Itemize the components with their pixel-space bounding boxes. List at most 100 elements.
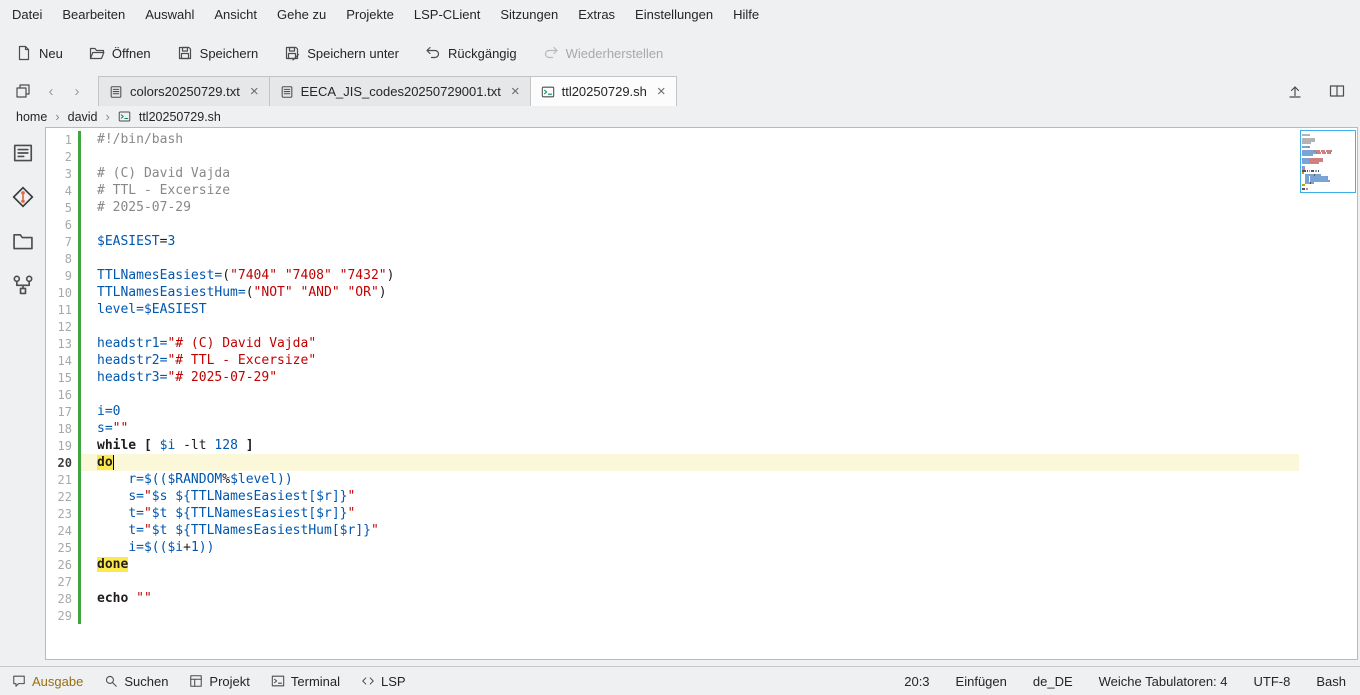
code-line[interactable]: 19while [ $i -lt 128 ]	[46, 437, 1299, 454]
forward-button[interactable]: ›	[64, 76, 90, 106]
code-line[interactable]: 9TTLNamesEasiest=("7404" "7408" "7432")	[46, 267, 1299, 284]
breadcrumb-home[interactable]: home	[16, 110, 47, 124]
speichern-button[interactable]: Speichern	[177, 45, 259, 61]
editor[interactable]: 1#!/bin/bash23# (C) David Vajda4# TTL - …	[45, 127, 1358, 660]
menu-item-gehe-zu[interactable]: Gehe zu	[267, 0, 336, 30]
code-line[interactable]: 29	[46, 607, 1299, 624]
dictionary[interactable]: de_DE	[1033, 674, 1073, 689]
neu-button[interactable]: Neu	[16, 45, 63, 61]
git-panel-button[interactable]	[9, 183, 37, 211]
button-label: Ausgabe	[32, 674, 83, 689]
code-line[interactable]: 20do	[46, 454, 1299, 471]
code-text: #!/bin/bash	[97, 132, 183, 147]
code-line[interactable]: 26done	[46, 556, 1299, 573]
menu-item-auswahl[interactable]: Auswahl	[135, 0, 204, 30]
code-line[interactable]: 2	[46, 148, 1299, 165]
code-line[interactable]: 22 s="$s ${TTLNamesEasiest[$r]}"	[46, 488, 1299, 505]
menu-item-datei[interactable]: Datei	[2, 0, 52, 30]
gutter: 27	[46, 573, 81, 590]
code-line[interactable]: 13headstr1="# (C) David Vajda"	[46, 335, 1299, 352]
code-line[interactable]: 24 t="$t ${TTLNamesEasiestHum[$r]}"	[46, 522, 1299, 539]
code-area[interactable]: 1#!/bin/bash23# (C) David Vajda4# TTL - …	[46, 128, 1299, 659]
modified-line-indicator	[78, 182, 81, 199]
code-line[interactable]: 6	[46, 216, 1299, 233]
modified-line-indicator	[78, 420, 81, 437]
modified-line-indicator	[78, 216, 81, 233]
breadcrumb-david[interactable]: david	[68, 110, 98, 124]
r-ckg-ngig-button[interactable]: Rückgängig	[425, 45, 517, 61]
filesystem-panel-button[interactable]	[9, 227, 37, 255]
symbols-panel-button[interactable]	[9, 139, 37, 167]
breadcrumb-file[interactable]: ttl20250729.sh	[139, 110, 221, 124]
code-line[interactable]: 28echo ""	[46, 590, 1299, 607]
code-line[interactable]: 11level=$EASIEST	[46, 301, 1299, 318]
encoding[interactable]: UTF-8	[1254, 674, 1291, 689]
status-bar: Ausgabe Suchen Projekt Terminal LSP 20:3 Einf…	[0, 666, 1360, 695]
tab-colors20250729-txt[interactable]: colors20250729.txt×	[98, 76, 270, 106]
code-line[interactable]: 12	[46, 318, 1299, 335]
code-line[interactable]: 4# TTL - Excersize	[46, 182, 1299, 199]
code-line[interactable]: 14headstr2="# TTL - Excersize"	[46, 352, 1299, 369]
modified-line-indicator	[78, 199, 81, 216]
documents-list-button[interactable]	[8, 76, 38, 106]
ffnen-button[interactable]: Öffnen	[89, 45, 151, 61]
menu-item-hilfe[interactable]: Hilfe	[723, 0, 769, 30]
lsp-button[interactable]: LSP	[357, 674, 410, 689]
code-line[interactable]: 27	[46, 573, 1299, 590]
menu-item-lsp-client[interactable]: LSP-CLient	[404, 0, 490, 30]
line-number: 29	[46, 609, 72, 623]
gutter: 22	[46, 488, 81, 505]
code-line[interactable]: 1#!/bin/bash	[46, 131, 1299, 148]
projekt-button[interactable]: Projekt	[185, 674, 253, 689]
back-button[interactable]: ‹	[38, 76, 64, 106]
menu-item-ansicht[interactable]: Ansicht	[204, 0, 267, 30]
external-tools-panel-button[interactable]	[9, 271, 37, 299]
line-number: 8	[46, 252, 72, 266]
save-icon	[177, 45, 193, 61]
highlight-mode[interactable]: Bash	[1316, 674, 1346, 689]
code-text: level=$EASIEST	[97, 302, 207, 317]
code-line[interactable]: 23 t="$t ${TTLNamesEasiest[$r]}"	[46, 505, 1299, 522]
cursor-position[interactable]: 20:3	[904, 674, 929, 689]
save-as-icon	[284, 45, 300, 61]
code-line[interactable]: 5# 2025-07-29	[46, 199, 1299, 216]
code-line[interactable]: 18s=""	[46, 420, 1299, 437]
tab-ttl20250729-sh[interactable]: ttl20250729.sh×	[530, 76, 677, 106]
menu-item-projekte[interactable]: Projekte	[336, 0, 404, 30]
detach-tab-button[interactable]	[1280, 83, 1310, 99]
code-line[interactable]: 15headstr3="# 2025-07-29"	[46, 369, 1299, 386]
split-view-button[interactable]	[1322, 83, 1352, 99]
line-number: 15	[46, 371, 72, 385]
button-label: Projekt	[209, 674, 249, 689]
line-number: 4	[46, 184, 72, 198]
code-line[interactable]: 17i=0	[46, 403, 1299, 420]
code-line[interactable]: 25 i=$(($i+1))	[46, 539, 1299, 556]
code-line[interactable]: 8	[46, 250, 1299, 267]
close-icon[interactable]: ×	[657, 84, 666, 99]
chevron-right-icon: ›	[55, 109, 59, 124]
code-line[interactable]: 16	[46, 386, 1299, 403]
line-number: 21	[46, 473, 72, 487]
code-line[interactable]: 21 r=$(($RANDOM%$level))	[46, 471, 1299, 488]
menu-item-bearbeiten[interactable]: Bearbeiten	[52, 0, 135, 30]
code-line[interactable]: 3# (C) David Vajda	[46, 165, 1299, 182]
code-line[interactable]: 7$EASIEST=3	[46, 233, 1299, 250]
code-line[interactable]: 10TTLNamesEasiestHum=("NOT" "AND" "OR")	[46, 284, 1299, 301]
menu-item-einstellungen[interactable]: Einstellungen	[625, 0, 723, 30]
suchen-button[interactable]: Suchen	[100, 674, 172, 689]
minimap-scrollbar[interactable]	[1299, 128, 1357, 659]
tab-settings[interactable]: Weiche Tabulatoren: 4	[1099, 674, 1228, 689]
ausgabe-button[interactable]: Ausgabe	[8, 674, 87, 689]
menu-item-extras[interactable]: Extras	[568, 0, 625, 30]
close-icon[interactable]: ×	[250, 84, 259, 99]
terminal-button[interactable]: Terminal	[267, 674, 344, 689]
documents-stack-icon	[15, 83, 31, 99]
line-number: 28	[46, 592, 72, 606]
speichern-unter-button[interactable]: Speichern unter	[284, 45, 399, 61]
tab-eeca-jis-codes20250729001-txt[interactable]: EECA_JIS_codes20250729001.txt×	[269, 76, 531, 106]
insert-mode[interactable]: Einfügen	[956, 674, 1007, 689]
menu-item-sitzungen[interactable]: Sitzungen	[490, 0, 568, 30]
gutter: 8	[46, 250, 81, 267]
close-icon[interactable]: ×	[511, 84, 520, 99]
gutter: 26	[46, 556, 81, 573]
